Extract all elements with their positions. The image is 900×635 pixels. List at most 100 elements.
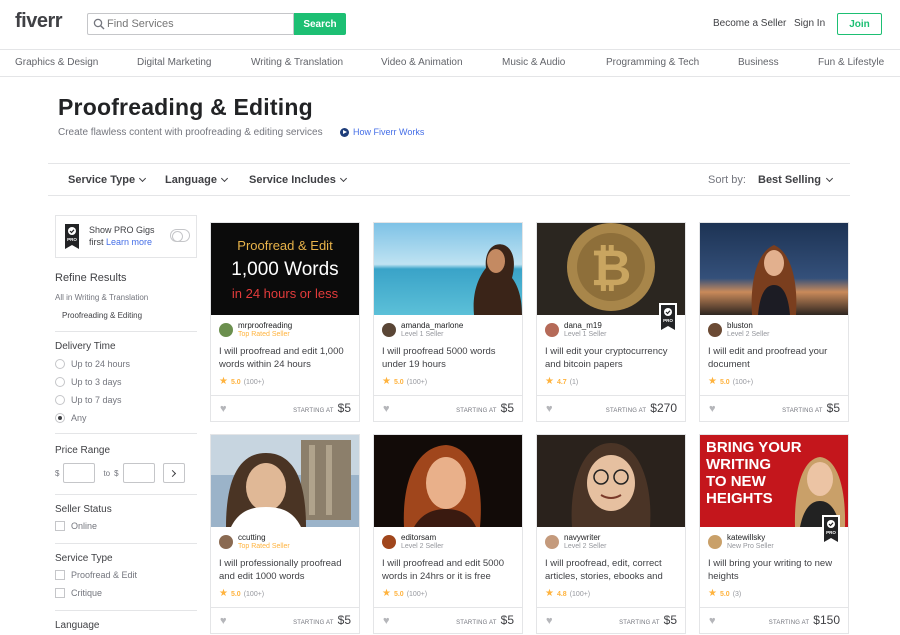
sign-in-link[interactable]: Sign In [794, 18, 825, 29]
seller-name[interactable]: navywriter [564, 533, 600, 542]
seller-name[interactable]: dana_m19 [564, 321, 602, 330]
checkbox[interactable] [55, 570, 65, 580]
category-programming-tech[interactable]: Programming & Tech [606, 57, 699, 68]
pro-gigs-toggle[interactable] [170, 229, 190, 242]
gig-thumbnail[interactable]: Proofread & Edit 1,000 Words in 24 hours… [211, 223, 359, 315]
gig-card[interactable]: navywriter Level 2 Seller I will proofre… [536, 434, 686, 634]
gig-thumbnail[interactable] [211, 435, 359, 527]
card-footer: ♥ STARTING AT $5 [537, 607, 685, 634]
avatar[interactable] [382, 535, 396, 549]
price-max-input[interactable] [122, 463, 155, 483]
gig-title[interactable]: I will professionally proofread and edit… [219, 557, 357, 583]
heart-icon[interactable]: ♥ [383, 404, 390, 415]
gig-title[interactable]: I will bring your writing to new heights [708, 557, 846, 583]
gig-card[interactable]: ccutting Top Rated Seller I will profess… [210, 434, 360, 634]
category-writing-translation[interactable]: Writing & Translation [251, 57, 343, 68]
avatar[interactable] [708, 535, 722, 549]
category-digital-marketing[interactable]: Digital Marketing [137, 57, 211, 68]
seller-status-online[interactable]: Online [55, 521, 97, 531]
gig-card[interactable]: bluston Level 2 Seller I will edit and p… [699, 222, 849, 422]
price-apply-button[interactable] [162, 463, 185, 483]
checkbox[interactable] [55, 588, 65, 598]
seller-name[interactable]: mrproofreading [238, 321, 292, 330]
gig-thumbnail[interactable] [374, 435, 522, 527]
gig-title[interactable]: I will proofread and edit 1,000 words wi… [219, 345, 357, 371]
checkbox-label: Critique [71, 588, 103, 598]
breadcrumb-parent[interactable]: All in Writing & Translation [55, 293, 148, 302]
heart-icon[interactable]: ♥ [220, 616, 227, 627]
search-button[interactable]: Search [294, 13, 346, 35]
gig-title[interactable]: I will proofread, edit, correct articles… [545, 557, 683, 583]
gig-thumbnail[interactable] [700, 223, 848, 315]
service-includes-dropdown[interactable]: Service Includes [249, 174, 347, 186]
service-type-critique[interactable]: Critique [55, 588, 102, 598]
gig-card[interactable]: BRING YOUR WRITING TO NEW HEIGHTS PRO ka… [699, 434, 849, 634]
service-type-dropdown[interactable]: Service Type [68, 174, 147, 186]
radio-button-selected[interactable] [55, 413, 65, 423]
how-fiverr-works-link[interactable]: How Fiverr Works [340, 127, 424, 137]
heart-icon[interactable]: ♥ [709, 404, 716, 415]
pro-gigs-text: Show PRO Gigs first Learn more [89, 224, 155, 248]
become-seller-link[interactable]: Become a Seller [713, 18, 786, 29]
gig-thumbnail[interactable] [537, 435, 685, 527]
gig-card[interactable]: ₿ PRO dana_m19 Level 1 Seller I will edi… [536, 222, 686, 422]
gig-title[interactable]: I will proofread 5000 words under 19 hou… [382, 345, 520, 371]
rating-count: (3) [732, 590, 742, 598]
pro-badge-icon: PRO [65, 224, 79, 249]
starting-price: STARTING AT $5 [293, 613, 351, 627]
category-business[interactable]: Business [738, 57, 779, 68]
heart-icon[interactable]: ♥ [383, 616, 390, 627]
avatar[interactable] [382, 323, 396, 337]
avatar[interactable] [708, 323, 722, 337]
gig-card[interactable]: editorsam Level 2 Seller I will proofrea… [373, 434, 523, 634]
avatar[interactable] [545, 535, 559, 549]
seller-name[interactable]: amanda_marlone [401, 321, 463, 330]
heart-icon[interactable]: ♥ [220, 404, 227, 415]
radio-button[interactable] [55, 359, 65, 369]
fiverr-logo[interactable]: fiverr [15, 10, 63, 33]
divider [55, 543, 197, 544]
join-button[interactable]: Join [837, 13, 882, 35]
heart-icon[interactable]: ♥ [709, 616, 716, 627]
chevron-down-icon [825, 174, 834, 183]
gig-title[interactable]: I will edit your cryptocurrency and bitc… [545, 345, 683, 371]
delivery-option-24h[interactable]: Up to 24 hours [55, 359, 130, 369]
radio-button[interactable] [55, 395, 65, 405]
avatar[interactable] [219, 535, 233, 549]
avatar[interactable] [545, 323, 559, 337]
radio-button[interactable] [55, 377, 65, 387]
sort-label: Sort by: [708, 174, 746, 186]
delivery-option-7d[interactable]: Up to 7 days [55, 395, 122, 405]
gig-thumbnail[interactable] [374, 223, 522, 315]
gig-thumbnail[interactable]: BRING YOUR WRITING TO NEW HEIGHTS [700, 435, 848, 527]
category-fun-lifestyle[interactable]: Fun & Lifestyle [818, 57, 884, 68]
breadcrumb-current[interactable]: Proofreading & Editing [62, 311, 142, 320]
category-video-animation[interactable]: Video & Animation [381, 57, 463, 68]
sort-dropdown[interactable]: Best Selling [758, 174, 834, 186]
search-input[interactable] [107, 14, 292, 34]
chevron-down-icon [220, 174, 228, 183]
seller-name[interactable]: ccutting [238, 533, 266, 542]
heart-icon[interactable]: ♥ [546, 404, 553, 415]
checkbox[interactable] [55, 521, 65, 531]
language-dropdown[interactable]: Language [165, 174, 228, 186]
heart-icon[interactable]: ♥ [546, 616, 553, 627]
gig-title[interactable]: I will proofread and edit 5000 words in … [382, 557, 520, 583]
delivery-option-any[interactable]: Any [55, 413, 87, 423]
seller-name[interactable]: bluston [727, 321, 753, 330]
delivery-option-3d[interactable]: Up to 3 days [55, 377, 122, 387]
category-graphics-design[interactable]: Graphics & Design [15, 57, 98, 68]
seller-level: Level 1 Seller [564, 331, 607, 338]
gig-thumbnail[interactable]: ₿ [537, 223, 685, 315]
gig-card[interactable]: Proofread & Edit 1,000 Words in 24 hours… [210, 222, 360, 422]
category-music-audio[interactable]: Music & Audio [502, 57, 565, 68]
pro-gigs-line2: first Learn more [89, 236, 155, 248]
seller-name[interactable]: editorsam [401, 533, 436, 542]
gig-card[interactable]: amanda_marlone Level 1 Seller I will pro… [373, 222, 523, 422]
price-min-input[interactable] [63, 463, 96, 483]
gig-title[interactable]: I will edit and proofread your document [708, 345, 846, 371]
service-type-proofread-edit[interactable]: Proofread & Edit [55, 570, 137, 580]
avatar[interactable] [219, 323, 233, 337]
learn-more-link[interactable]: Learn more [106, 237, 152, 247]
seller-name[interactable]: katewillsky [727, 533, 765, 542]
